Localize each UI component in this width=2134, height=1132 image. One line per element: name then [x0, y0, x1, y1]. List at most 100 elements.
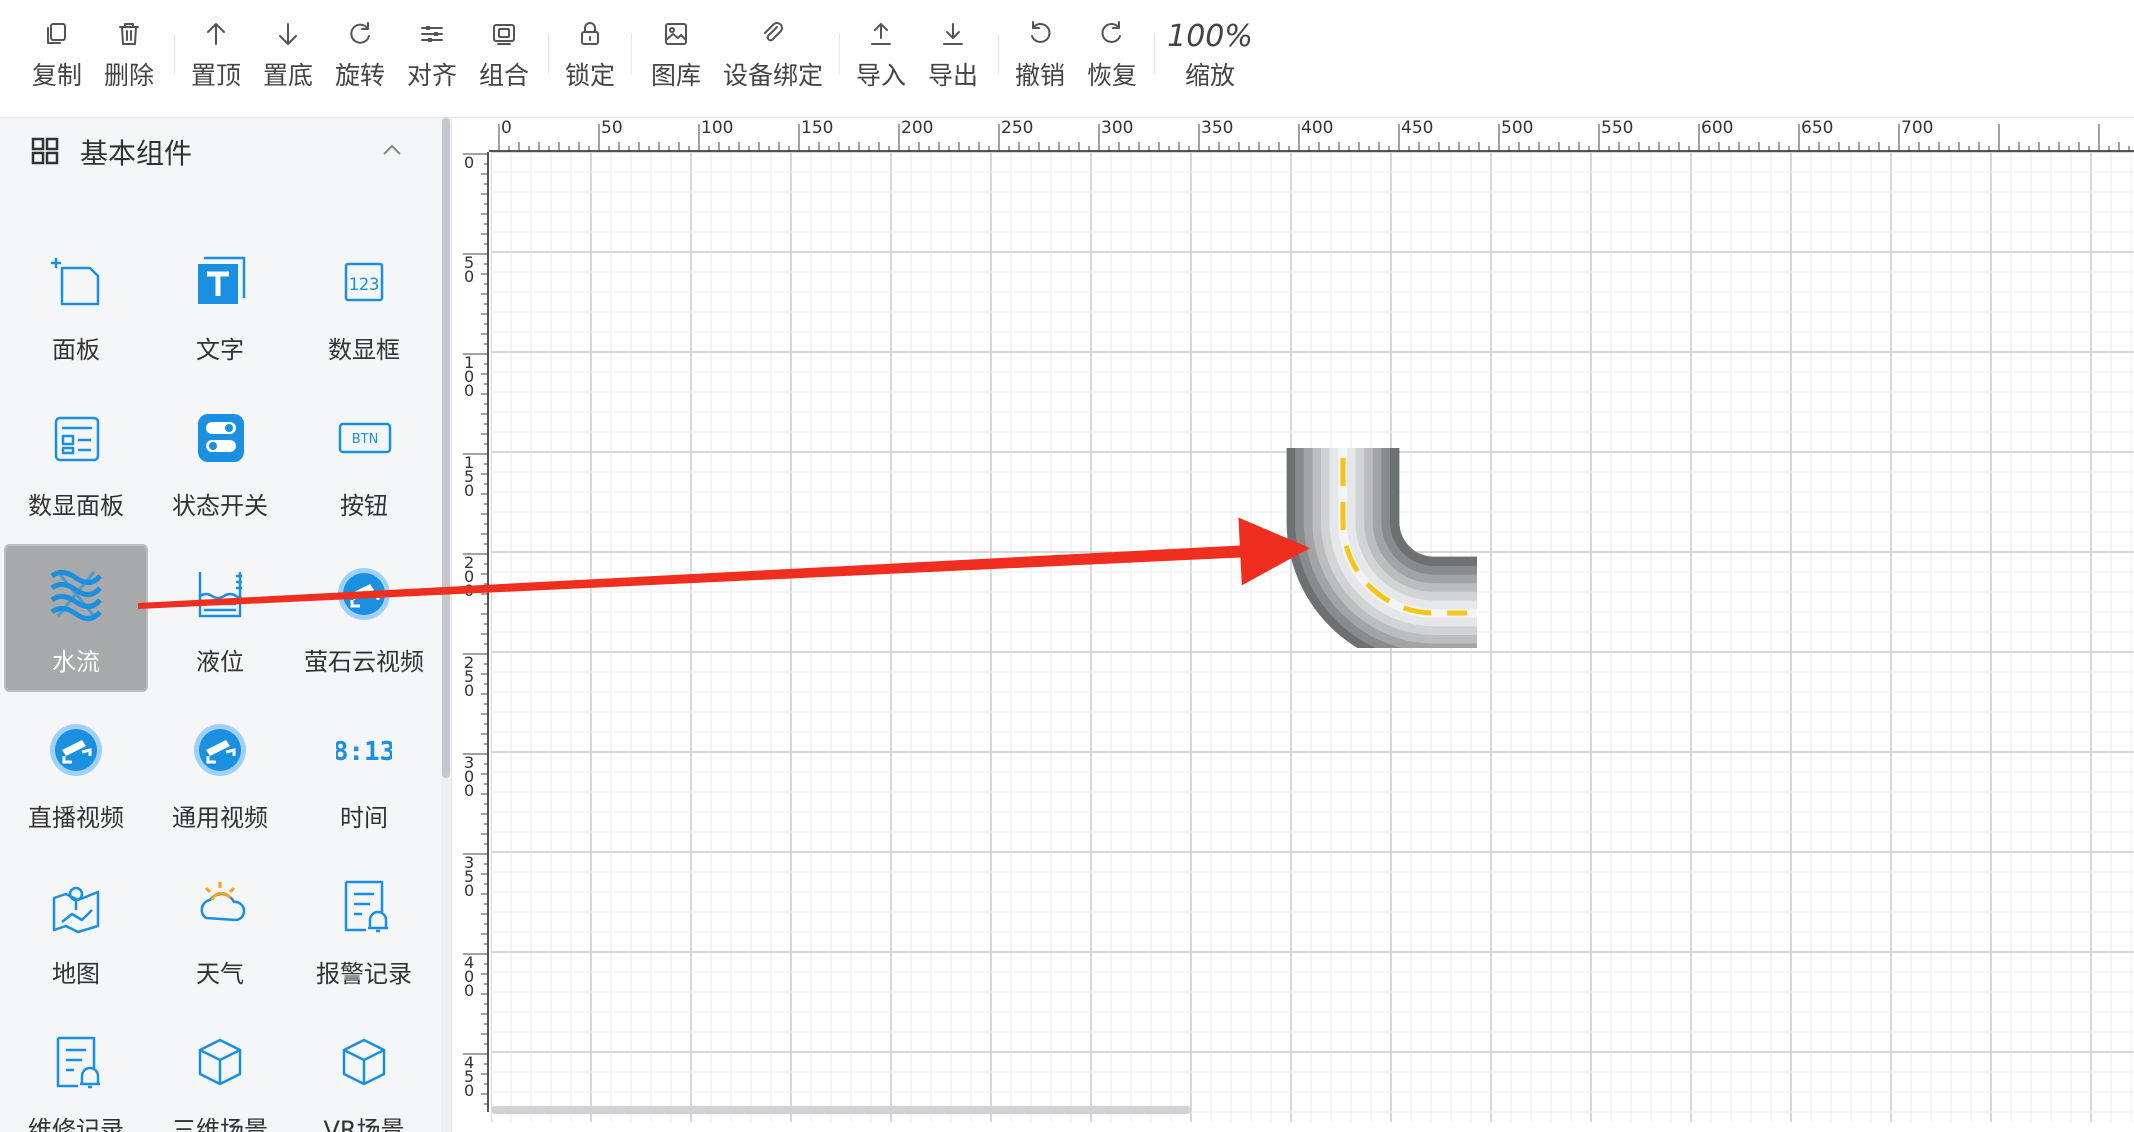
toolbar-link-button[interactable]: 设备绑定 — [723, 18, 823, 92]
toolbar-label: 撤销 — [1014, 61, 1066, 90]
component-label: 面板 — [52, 336, 100, 364]
digital-display-icon: 123 — [344, 262, 384, 302]
component-button[interactable]: BTN 按钮 — [292, 388, 436, 536]
toolbar-group-button[interactable]: 组合 — [479, 18, 529, 92]
toolbar-label: 图库 — [650, 61, 702, 90]
component-label: 按钮 — [340, 492, 388, 520]
toolbar-label: 复制 — [31, 61, 83, 90]
component-vr-cube[interactable]: VR场景 — [292, 1012, 436, 1132]
design-canvas[interactable] — [491, 152, 2134, 1122]
toolbar-align-button[interactable]: 对齐 — [407, 18, 457, 92]
vr-cube-icon — [342, 1038, 386, 1086]
section-header[interactable]: 基本组件 — [0, 118, 440, 184]
arrow-up-icon — [206, 23, 225, 45]
component-label: 报警记录 — [316, 960, 412, 988]
ruler-top-label: 300 — [1101, 118, 1134, 138]
sidebar-scrollbar[interactable] — [441, 118, 451, 1132]
component-weather[interactable]: 天气 — [148, 856, 292, 1004]
component-label: 液位 — [196, 648, 244, 676]
toolbar-label: 置底 — [262, 61, 314, 90]
copy-icon — [46, 23, 66, 44]
component-alarm-record[interactable]: 报警记录 — [292, 856, 436, 1004]
weather-icon — [200, 882, 246, 922]
component-digital-panel[interactable]: 数显面板 — [4, 388, 148, 536]
component-digital-display[interactable]: 123 数显框 — [292, 232, 436, 380]
import-icon — [870, 23, 891, 45]
redo-icon — [1101, 21, 1121, 43]
liquid-level-icon — [198, 572, 242, 618]
trash-icon — [118, 23, 139, 45]
component-panel[interactable]: 面板 — [4, 232, 148, 380]
toolbar-arrow-up-button[interactable]: 置顶 — [191, 18, 241, 92]
ruler-top-label: 450 — [1401, 118, 1434, 138]
toolbar-lock-button[interactable]: 锁定 — [565, 18, 615, 92]
undo-icon — [1030, 21, 1051, 43]
component-camera[interactable]: 萤石云视频 — [292, 544, 436, 692]
component-label: 维修记录 — [28, 1116, 124, 1132]
group-icon — [492, 24, 515, 45]
ruler-left-label: 50 — [464, 253, 475, 286]
toolbar-label: 对齐 — [406, 61, 458, 90]
water-flow-pipe[interactable] — [1277, 448, 1477, 648]
component-camera[interactable]: 通用视频 — [148, 700, 292, 848]
component-liquid-level[interactable]: 液位 — [148, 544, 292, 692]
ruler-left-label: 100 — [464, 353, 475, 400]
alarm-record-icon — [344, 880, 388, 933]
horizontal-scrollbar[interactable] — [491, 1106, 1191, 1114]
zoom-level-value: 100% — [1167, 19, 1253, 54]
ruler-top-label: 100 — [701, 118, 734, 138]
component-camera[interactable]: 直播视频 — [4, 700, 148, 848]
toolbar-zoom-button[interactable]: 100% 缩放 — [1167, 18, 1253, 92]
toolbar-import-button[interactable]: 导入 — [856, 18, 906, 92]
link-icon — [763, 22, 783, 42]
component-text[interactable]: 文字 — [148, 232, 292, 380]
ruler-top-label: 0 — [501, 118, 512, 138]
ruler-left-label: 0 — [464, 153, 475, 172]
toolbar: 复制 删除 置顶 置底 旋转 对齐 组合 锁定 图库 设备绑定 导入 导出 撤销 恢复 100% 缩放 — [0, 0, 2134, 118]
toolbar-gallery-button[interactable]: 图库 — [651, 18, 701, 92]
component-cube[interactable]: 三维场景 — [148, 1012, 292, 1132]
toolbar-label: 设备绑定 — [722, 61, 824, 90]
toolbar-copy-button[interactable]: 复制 — [32, 18, 82, 92]
component-label: 数显框 — [328, 336, 400, 364]
text-icon — [198, 256, 246, 304]
toolbar-redo-button[interactable]: 恢复 — [1087, 18, 1137, 92]
chevron-up-icon[interactable] — [380, 138, 404, 162]
toolbar-label: 旋转 — [334, 61, 386, 90]
ruler-top-label: 150 — [801, 118, 834, 138]
ruler-top-label: 250 — [1001, 118, 1034, 138]
component-status-switch[interactable]: 状态开关 — [148, 388, 292, 536]
toolbar-label: 锁定 — [564, 61, 616, 90]
toolbar-divider — [1154, 34, 1155, 74]
component-label: VR场景 — [323, 1116, 405, 1132]
ruler-left-label: 400 — [464, 953, 475, 1000]
left-ruler: 0 50 100 150 200 250 300 350 400 450 — [458, 152, 489, 1112]
lock-icon — [580, 22, 599, 45]
component-label: 文字 — [196, 336, 244, 364]
component-label: 数显面板 — [28, 492, 124, 520]
ruler-left-label: 250 — [464, 653, 475, 700]
ruler-corner — [458, 118, 489, 152]
svg-text:123: 123 — [349, 275, 380, 295]
component-water-flow[interactable]: 水流 — [4, 544, 148, 692]
component-time[interactable]: 8:13 时间 — [292, 700, 436, 848]
toolbar-divider — [839, 34, 840, 74]
toolbar-label: 置顶 — [190, 61, 242, 90]
toolbar-trash-button[interactable]: 删除 — [104, 18, 154, 92]
toolbar-divider — [631, 34, 632, 74]
arrow-down-icon — [278, 23, 297, 45]
component-label: 萤石云视频 — [304, 648, 424, 676]
component-label: 地图 — [52, 960, 100, 988]
ruler-top-label: 550 — [1601, 118, 1634, 138]
ruler-left-label: 150 — [464, 453, 475, 500]
ruler-top-label: 200 — [901, 118, 934, 138]
toolbar-arrow-down-button[interactable]: 置底 — [263, 18, 313, 92]
toolbar-export-button[interactable]: 导出 — [928, 18, 978, 92]
component-map[interactable]: 地图 — [4, 856, 148, 1004]
component-repair-record[interactable]: 维修记录 — [4, 1012, 148, 1132]
ruler-top-label: 650 — [1801, 118, 1834, 138]
toolbar-undo-button[interactable]: 撤销 — [1015, 18, 1065, 92]
status-switch-icon — [198, 414, 244, 462]
toolbar-rotate-button[interactable]: 旋转 — [335, 18, 385, 92]
svg-text:BTN: BTN — [352, 432, 379, 447]
